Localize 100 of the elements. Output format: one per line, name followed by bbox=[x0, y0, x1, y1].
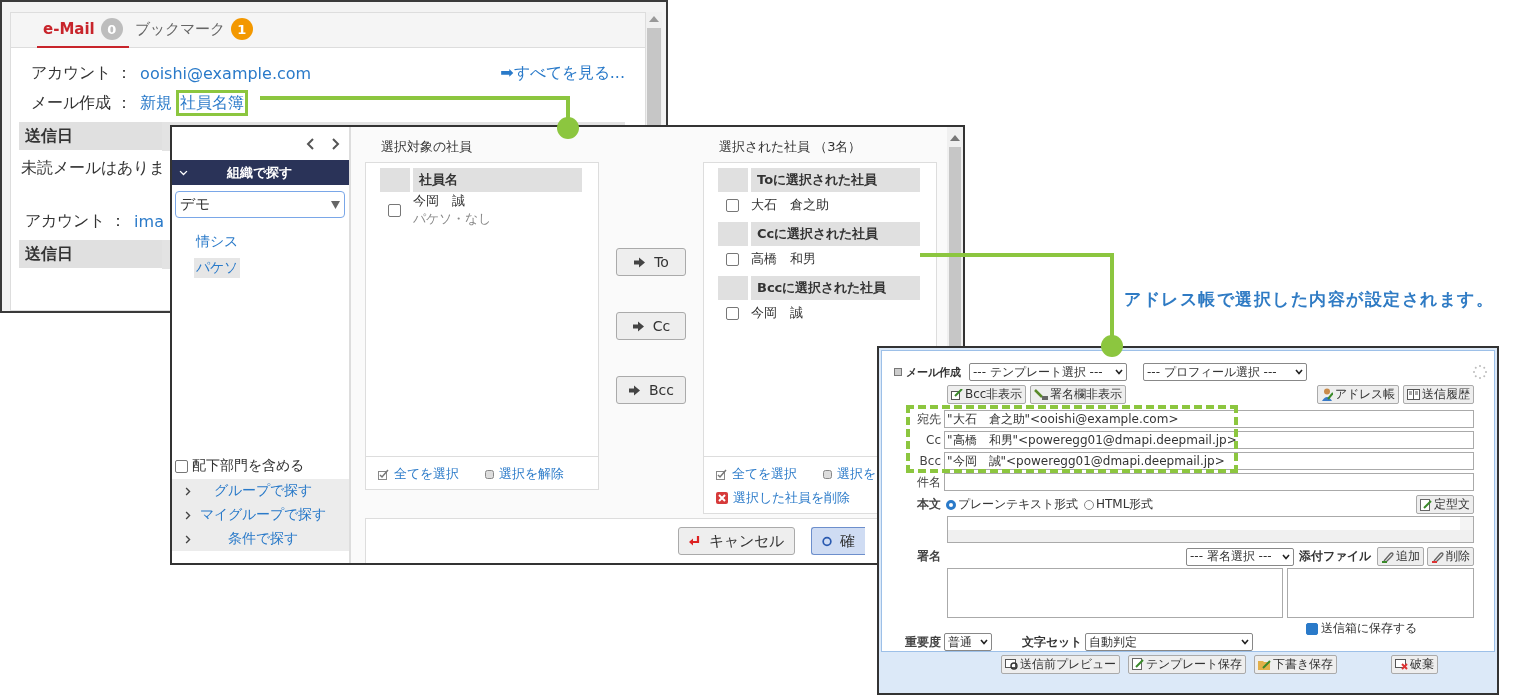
circle-icon bbox=[822, 534, 832, 548]
employee-name: 高橋 和男 bbox=[751, 250, 817, 268]
add-button[interactable]: Bcc bbox=[616, 376, 686, 404]
section-header[interactable]: 組織で探す bbox=[172, 160, 349, 185]
address-field[interactable]: "大石 倉之助"<ooishi@example.com> bbox=[944, 410, 1474, 428]
toolbar-button[interactable]: アドレス帳 bbox=[1317, 385, 1399, 404]
footer-button[interactable]: テンプレート保存 bbox=[1128, 654, 1246, 674]
footer-button[interactable]: 送信前プレビュー bbox=[1001, 654, 1120, 674]
checkbox[interactable] bbox=[726, 252, 739, 266]
remove-link[interactable]: 選択した社員を削除 bbox=[733, 489, 850, 507]
attachment-button[interactable]: 追加 bbox=[1377, 547, 1424, 566]
deselect-link[interactable]: 選択を解除 bbox=[499, 465, 564, 483]
add-button[interactable]: Cc bbox=[616, 312, 686, 340]
dropdown-arrow-icon bbox=[331, 200, 340, 209]
header-cell bbox=[718, 276, 748, 300]
radio-button[interactable] bbox=[946, 499, 956, 510]
radio-label: プレーンテキスト形式 bbox=[958, 496, 1078, 513]
toolbar-button[interactable]: 署名欄非表示 bbox=[1030, 385, 1127, 404]
header-cell bbox=[718, 222, 748, 246]
checkbox[interactable] bbox=[388, 203, 401, 217]
employee-name: 大石 倉之助 bbox=[751, 196, 830, 214]
empty-message: 未読メールはありま bbox=[21, 158, 165, 177]
header-cell bbox=[380, 168, 410, 192]
footer-button[interactable]: 破棄 bbox=[1391, 654, 1438, 674]
address-field[interactable]: "今岡 誠"<poweregg01@dmapi.deepmail.jp> bbox=[944, 452, 1474, 470]
select-all-link[interactable]: 全てを選択 bbox=[732, 465, 797, 483]
scroll-up-icon[interactable] bbox=[649, 16, 659, 22]
count-badge: 1 bbox=[230, 18, 253, 40]
field-label: 本文 bbox=[917, 497, 941, 511]
square-icon bbox=[894, 368, 902, 376]
checkbox[interactable] bbox=[726, 306, 739, 320]
importance-select[interactable]: 普通 bbox=[944, 633, 992, 651]
field-label: Bcc bbox=[919, 454, 941, 468]
connector-dot bbox=[1101, 335, 1123, 357]
department-text: パケソ・なし bbox=[413, 210, 492, 228]
group-header: Toに選択された社員 bbox=[751, 168, 920, 192]
deselect-link[interactable]: 選択を bbox=[837, 465, 876, 483]
attachment-button[interactable]: 削除 bbox=[1427, 547, 1474, 566]
compose-link[interactable]: 新規 bbox=[140, 92, 173, 114]
checkbox[interactable] bbox=[175, 459, 188, 473]
footer-button[interactable]: 下書き保存 bbox=[1254, 654, 1337, 674]
see-all-link[interactable]: ➡すべてを見る... bbox=[500, 62, 625, 84]
organization-select[interactable]: デモ bbox=[175, 191, 345, 218]
checkbox[interactable] bbox=[726, 198, 739, 212]
tab[interactable]: e-Mail 0 bbox=[37, 18, 129, 48]
signature-select[interactable]: --- 署名選択 --- bbox=[1186, 547, 1294, 566]
discard-icon bbox=[1395, 658, 1408, 670]
toolbar-button[interactable]: 送信履歴 bbox=[1403, 385, 1474, 404]
checkbox[interactable] bbox=[1306, 622, 1318, 635]
field-label: 件名 bbox=[917, 474, 941, 489]
field-label: Cc bbox=[926, 433, 941, 447]
arrow-icon bbox=[631, 320, 645, 332]
delete-icon bbox=[716, 492, 728, 504]
radio-button[interactable] bbox=[1084, 499, 1094, 510]
search-option-link[interactable]: 条件で探す bbox=[193, 530, 349, 548]
department-item[interactable]: パケソ bbox=[194, 258, 240, 278]
employee-name: 今岡 誠 bbox=[413, 192, 466, 210]
field-label: メール作成 ： bbox=[31, 92, 133, 114]
search-option-link[interactable]: マイグループで探す bbox=[193, 506, 349, 524]
field-label: アカウント ： bbox=[31, 62, 133, 84]
attachment-list[interactable] bbox=[1287, 568, 1474, 618]
radio-label: HTML形式 bbox=[1096, 496, 1154, 513]
table-header: 送信日 bbox=[24, 125, 74, 147]
scroll-up-icon[interactable] bbox=[950, 135, 960, 141]
person-icon bbox=[1321, 388, 1333, 401]
document-icon bbox=[1420, 498, 1432, 511]
employee-name: 今岡 誠 bbox=[751, 304, 804, 322]
column-header: 社員名 bbox=[413, 168, 582, 192]
checkbox-label: 配下部門を含める bbox=[192, 457, 304, 475]
select-all-link[interactable]: 全てを選択 bbox=[394, 465, 459, 483]
email-link[interactable]: ooishi@example.com bbox=[140, 63, 312, 83]
add-button[interactable]: To bbox=[616, 248, 686, 276]
compose-link[interactable]: 社員名簿 bbox=[176, 90, 249, 116]
profile-select[interactable]: --- プロフィール選択 --- bbox=[1143, 363, 1307, 381]
department-item[interactable]: 情シス bbox=[194, 232, 240, 252]
signature-field[interactable] bbox=[947, 568, 1283, 618]
cancel-button[interactable]: キャンセル bbox=[678, 527, 795, 555]
charset-select[interactable]: 自動判定 bbox=[1085, 633, 1253, 651]
caret-icon bbox=[1282, 553, 1290, 560]
email-link[interactable]: ima bbox=[134, 211, 164, 231]
address-field[interactable]: "高橋 和男"<poweregg01@dmapi.deepmail.jp> bbox=[944, 431, 1474, 449]
preview-icon bbox=[1005, 658, 1018, 670]
template-select[interactable]: --- テンプレート選択 --- bbox=[969, 363, 1127, 381]
body-field[interactable] bbox=[947, 516, 1474, 543]
deselect-icon bbox=[823, 469, 832, 479]
pen-icon bbox=[1034, 389, 1049, 400]
field-label: 宛先 bbox=[917, 411, 941, 426]
field-label: 重要度 bbox=[905, 634, 941, 649]
scrollbar[interactable] bbox=[947, 127, 963, 346]
deselect-icon bbox=[485, 469, 494, 479]
panel-title: 選択された社員 （3名） bbox=[718, 138, 863, 156]
fixed-phrase-button[interactable]: 定型文 bbox=[1416, 495, 1474, 514]
check-all-icon bbox=[716, 468, 727, 480]
subject-field[interactable] bbox=[944, 473, 1474, 491]
search-option-link[interactable]: グループで探す bbox=[193, 482, 349, 500]
tab[interactable]: ブックマーク 1 bbox=[128, 18, 259, 48]
check-all-icon bbox=[378, 468, 389, 480]
return-arrow-icon bbox=[689, 535, 701, 547]
toolbar-button[interactable]: Bcc非表示 bbox=[947, 385, 1027, 404]
confirm-button[interactable]: 確 bbox=[811, 527, 865, 555]
